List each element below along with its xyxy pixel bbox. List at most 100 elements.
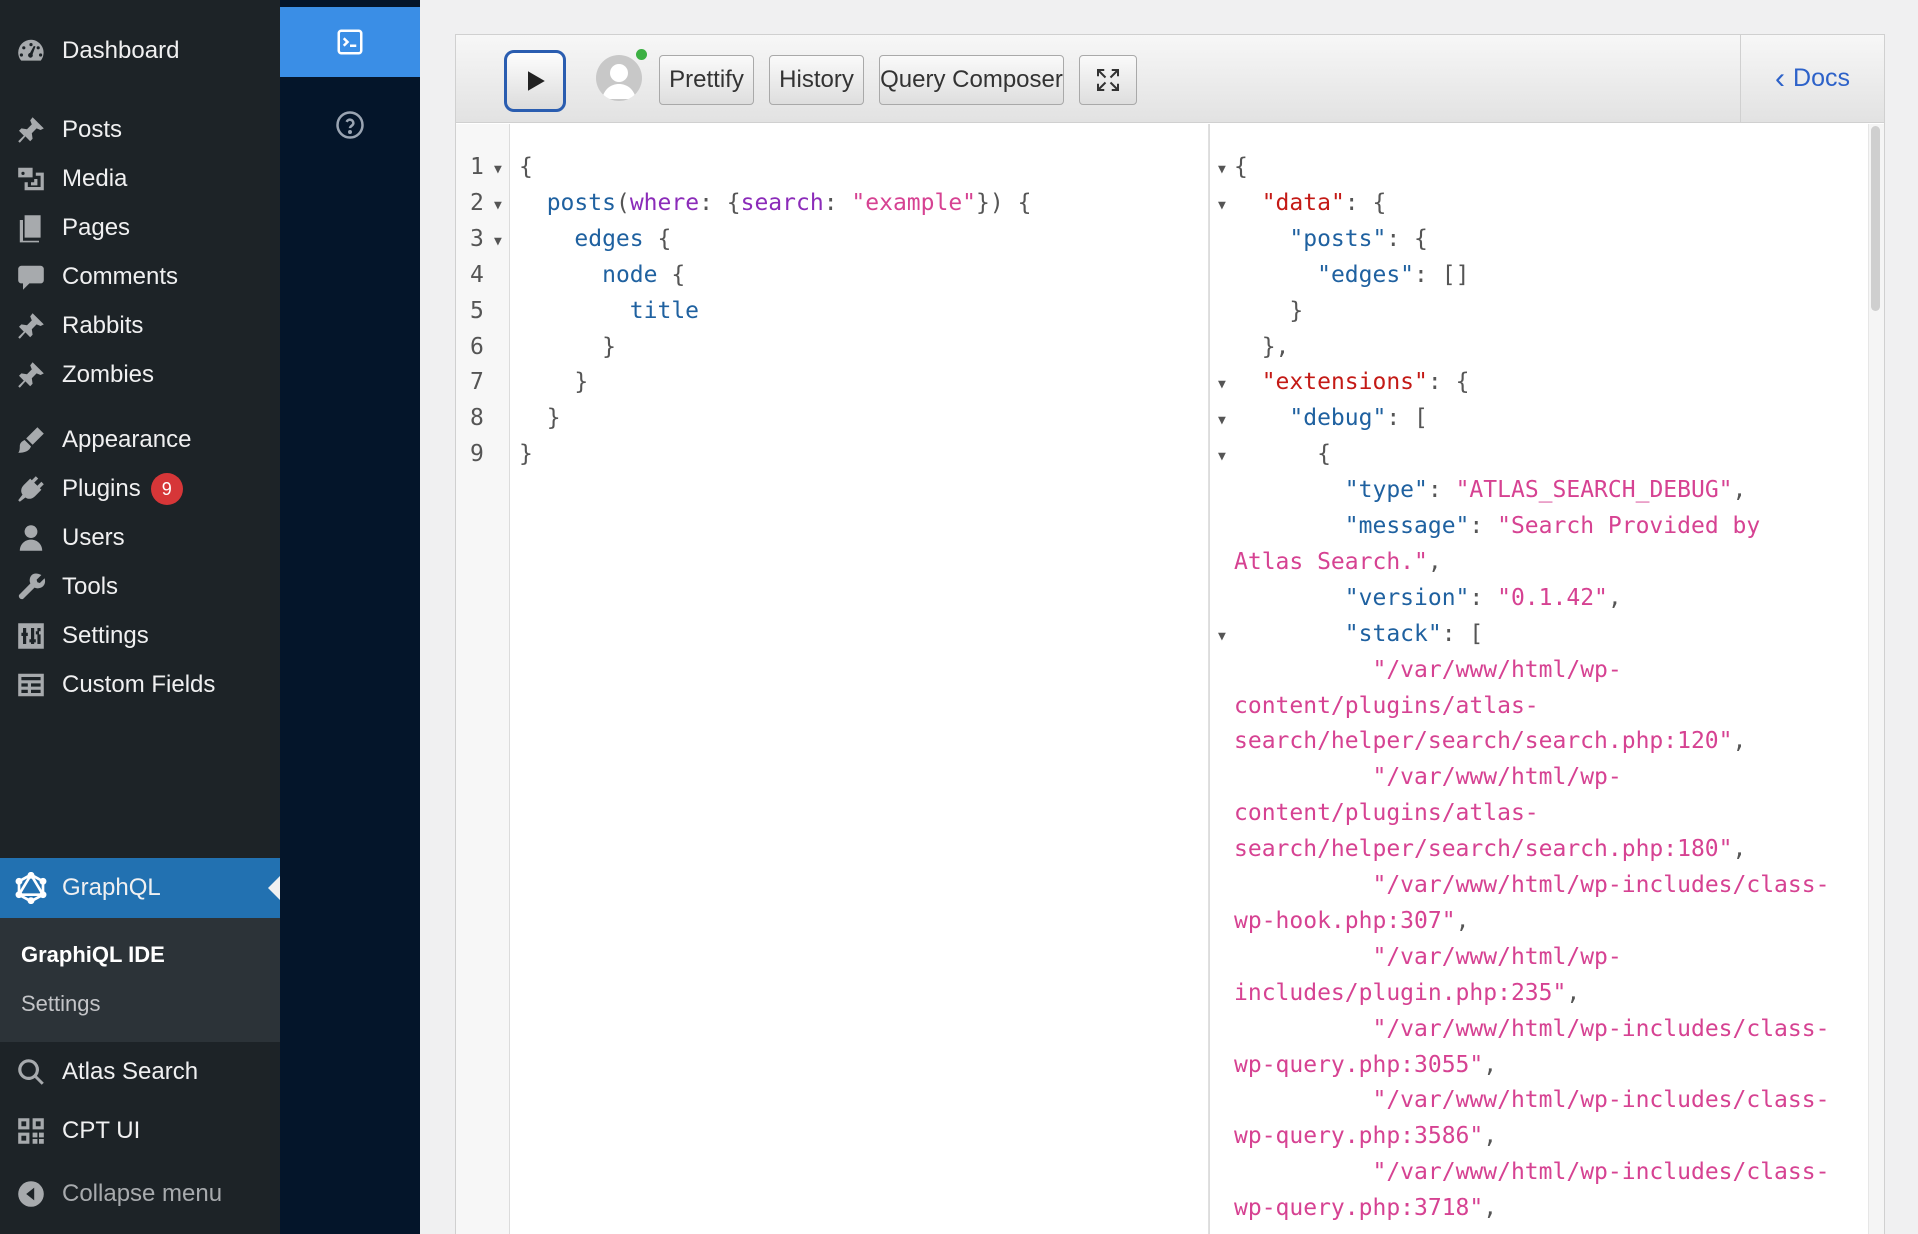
fold-arrow-icon[interactable]: ▼ <box>494 162 502 177</box>
docs-button[interactable]: ‹ Docs <box>1740 35 1884 122</box>
fold-arrow-icon[interactable]: ▼ <box>494 234 502 249</box>
menu-item-cpt-ui[interactable]: CPT UI <box>0 1107 280 1155</box>
menu-label-zombies: Zombies <box>62 361 155 388</box>
menu-item-comments[interactable]: Comments <box>0 253 280 301</box>
result-line: } <box>1234 298 1303 324</box>
grid-icon <box>0 1107 62 1155</box>
code-token: "Search Provided by <box>1497 513 1761 539</box>
menu-label-appearance: Appearance <box>62 426 192 453</box>
code-token: ( <box>615 189 630 216</box>
fold-arrow-icon[interactable]: ▼ <box>1218 198 1226 213</box>
menu-item-appearance[interactable]: Appearance <box>0 416 280 464</box>
fold-arrow-icon[interactable]: ▼ <box>1218 629 1226 644</box>
execute-query-button[interactable] <box>504 50 566 112</box>
history-button[interactable]: History <box>769 55 864 105</box>
admin-menu: Dashboard Posts Media Pages Comments Rab… <box>0 0 280 1234</box>
fold-arrow-icon[interactable]: ▼ <box>1218 162 1226 177</box>
fold-arrow-icon[interactable]: ▼ <box>1218 377 1226 392</box>
avatar[interactable] <box>596 55 642 101</box>
result-line: "/var/www/html/wp- <box>1234 764 1621 790</box>
graphql-icon <box>0 864 62 912</box>
code-token: node <box>602 261 658 288</box>
code-token: : [ <box>1441 620 1484 647</box>
prettify-button[interactable]: Prettify <box>659 55 754 105</box>
code-token: "data" <box>1261 189 1345 216</box>
query-editor[interactable]: 1 ▼ {2 ▼ posts(where: {search: "example"}) … <box>456 124 1209 1234</box>
menu-item-media[interactable]: Media <box>0 155 280 203</box>
collapse-menu-button[interactable]: Collapse menu <box>0 1170 280 1218</box>
result-line: "message": "Search Provided by <box>1234 513 1760 539</box>
result-line: }, <box>1234 334 1290 360</box>
menu-item-plugins[interactable]: Plugins 9 <box>0 465 280 513</box>
menu-item-rabbits[interactable]: Rabbits <box>0 302 280 350</box>
menu-item-atlas-search[interactable]: Atlas Search <box>0 1048 280 1096</box>
submenu-graphiql-ide[interactable]: GraphiQL IDE <box>21 942 165 968</box>
menu-item-posts[interactable]: Posts <box>0 106 280 154</box>
menu-item-users[interactable]: Users <box>0 514 280 562</box>
menu-item-graphql[interactable]: GraphQL <box>0 858 280 918</box>
result-line: "/var/www/html/wp- <box>1234 944 1621 970</box>
menu-item-dashboard[interactable]: Dashboard <box>0 27 280 75</box>
graphiql-toolbar: Prettify History Query Composer ‹ Docs <box>456 35 1884 123</box>
pin-icon <box>0 351 62 399</box>
fold-arrow-icon[interactable]: ▼ <box>1218 449 1226 464</box>
result-line: content/plugins/atlas- <box>1234 800 1539 826</box>
query-composer-button[interactable]: Query Composer <box>879 55 1064 105</box>
code-token: : { <box>699 189 741 216</box>
result-line: "edges": [] <box>1234 262 1469 288</box>
pin-icon <box>0 302 62 350</box>
code-token: : { <box>1427 369 1470 396</box>
submenu-settings[interactable]: Settings <box>21 991 101 1017</box>
result-line: wp-query.php:3718", <box>1234 1195 1497 1221</box>
code-token: "0.1.42" <box>1497 584 1608 611</box>
code-token: Atlas Search." <box>1234 548 1428 575</box>
graphiql-ide: Prettify History Query Composer ‹ Docs 1… <box>455 34 1885 1234</box>
code-token: , <box>1732 728 1747 755</box>
fullscreen-button[interactable] <box>1079 55 1137 105</box>
fold-arrow-icon[interactable]: ▼ <box>494 198 502 213</box>
code-token: edges <box>574 225 644 252</box>
menu-label-custom-fields: Custom Fields <box>62 671 216 698</box>
code-token: } <box>519 405 561 432</box>
code-token: , <box>1566 979 1581 1006</box>
result-line: content/plugins/atlas- <box>1234 693 1539 719</box>
line-number-gutter <box>456 124 510 1234</box>
result-line: "stack": [ <box>1234 621 1483 647</box>
menu-item-tools[interactable]: Tools <box>0 563 280 611</box>
query-editor-plugin-button[interactable] <box>280 7 420 77</box>
line-number: 5 <box>470 297 484 324</box>
code-token: wp-query.php:3055" <box>1234 1051 1484 1078</box>
code-token: : <box>1427 477 1456 504</box>
result-viewer[interactable]: ▼{▼ "data": { "posts": { "edges": [] } }… <box>1209 124 1884 1234</box>
line-number: 7 <box>470 369 484 396</box>
help-plugin-button[interactable] <box>280 90 420 160</box>
code-line: } <box>519 334 616 360</box>
menu-item-zombies[interactable]: Zombies <box>0 351 280 399</box>
fullscreen-icon <box>1097 69 1119 91</box>
menu-label-dashboard: Dashboard <box>62 37 180 64</box>
result-scrollbar-thumb[interactable] <box>1871 126 1880 311</box>
code-token: "ATLAS_SEARCH_DEBUG" <box>1455 477 1733 504</box>
menu-label-pages: Pages <box>62 214 131 241</box>
menu-item-pages[interactable]: Pages <box>0 204 280 252</box>
pages-icon <box>0 204 62 252</box>
code-token: "/var/www/html/wp- <box>1372 656 1622 683</box>
fold-arrow-icon[interactable]: ▼ <box>1218 413 1226 428</box>
menu-item-settings[interactable]: Settings <box>0 612 280 660</box>
code-token: search <box>740 189 824 216</box>
code-token: wp-query.php:3718" <box>1234 1195 1484 1222</box>
code-token: , <box>1427 548 1442 575</box>
code-token: wp-hook.php:307" <box>1234 907 1456 934</box>
code-token: "type" <box>1344 477 1428 504</box>
code-token: search/helper/search/search.php:120" <box>1234 728 1733 755</box>
menu-item-custom-fields[interactable]: Custom Fields <box>0 661 280 709</box>
line-number: 4 <box>470 261 484 288</box>
